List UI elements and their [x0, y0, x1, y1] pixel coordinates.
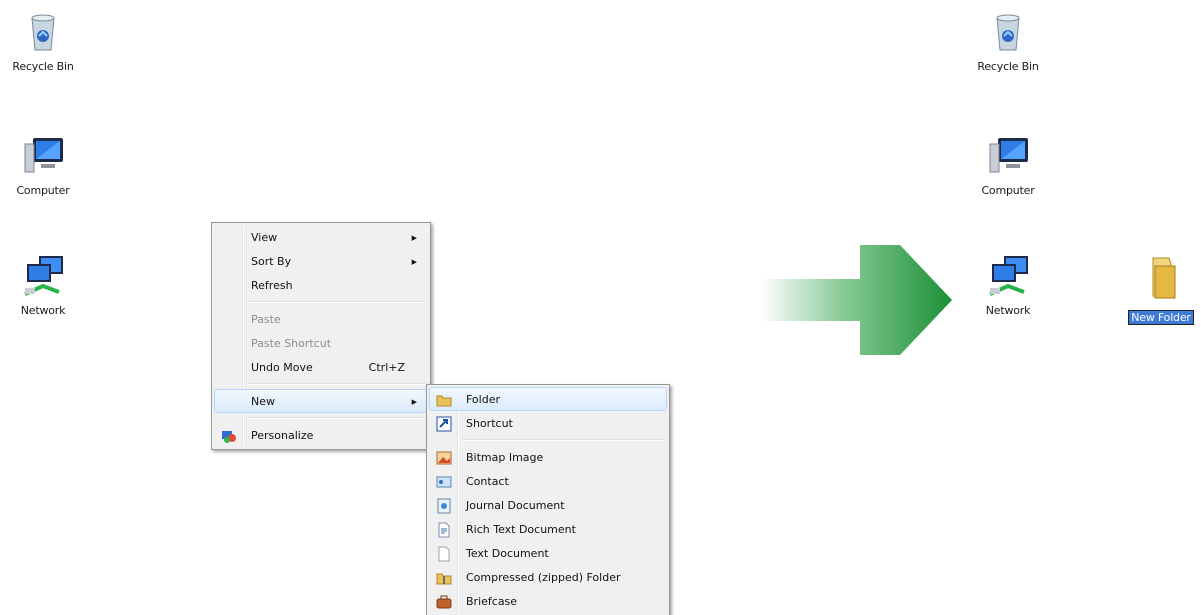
journal-icon: [436, 498, 452, 514]
menu-item-label: View: [251, 231, 278, 244]
submenu-item-folder[interactable]: Folder: [429, 387, 667, 411]
zip-folder-icon: [436, 570, 452, 586]
menu-item-label: Personalize: [251, 429, 314, 442]
menu-item-label: Rich Text Document: [466, 523, 576, 536]
menu-separator: [247, 383, 426, 385]
menu-item-label: Journal Document: [466, 499, 565, 512]
desktop-icon-label: Computer: [16, 184, 70, 197]
menu-item-new[interactable]: New ▶: [214, 389, 428, 413]
menu-item-label: Refresh: [251, 279, 293, 292]
new-submenu: Folder Shortcut Bitmap Image Contact Jou…: [426, 384, 670, 615]
submenu-item-briefcase[interactable]: Briefcase: [429, 589, 667, 613]
desktop-icon-label: Recycle Bin: [12, 60, 74, 73]
menu-item-undo-move[interactable]: Undo Move Ctrl+Z: [214, 355, 428, 379]
desktop-icon-computer[interactable]: Computer: [3, 132, 83, 197]
desktop-context-menu: View ▶ Sort By ▶ Refresh Paste Paste Sho…: [211, 222, 431, 450]
desktop-icon-label: Computer: [981, 184, 1035, 197]
new-folder-name-field[interactable]: New Folder: [1128, 310, 1194, 325]
desktop-icon-computer[interactable]: Computer: [968, 132, 1048, 197]
menu-item-paste-shortcut: Paste Shortcut: [214, 331, 428, 355]
menu-item-label: Folder: [466, 393, 500, 406]
submenu-item-rich-text-document[interactable]: Rich Text Document: [429, 517, 667, 541]
submenu-arrow-icon: ▶: [411, 234, 417, 242]
menu-item-label: Shortcut: [466, 417, 513, 430]
text-document-icon: [436, 546, 452, 562]
submenu-item-contact[interactable]: Contact: [429, 469, 667, 493]
recycle-bin-icon: [19, 8, 67, 56]
submenu-item-text-document[interactable]: Text Document: [429, 541, 667, 565]
submenu-item-shortcut[interactable]: Shortcut: [429, 411, 667, 435]
menu-item-sort-by[interactable]: Sort By ▶: [214, 249, 428, 273]
desktop-icon-network[interactable]: Network: [3, 252, 83, 317]
briefcase-icon: [436, 594, 452, 610]
menu-separator: [247, 417, 426, 419]
desktop-icon-label: Recycle Bin: [977, 60, 1039, 73]
menu-item-label: Bitmap Image: [466, 451, 544, 464]
computer-icon: [984, 132, 1032, 180]
bitmap-icon: [436, 450, 452, 466]
menu-item-paste: Paste: [214, 307, 428, 331]
menu-item-label: Paste: [251, 313, 281, 326]
menu-item-label: Briefcase: [466, 595, 518, 608]
menu-separator: [247, 301, 426, 303]
computer-icon: [19, 132, 67, 180]
screenshot: Recycle Bin Computer Network View ▶ Sort…: [0, 0, 1201, 615]
submenu-arrow-icon: ▶: [411, 398, 417, 406]
recycle-bin-icon: [984, 8, 1032, 56]
menu-item-label: Compressed (zipped) Folder: [466, 571, 621, 584]
desktop-icon-recycle-bin[interactable]: Recycle Bin: [968, 8, 1048, 73]
network-icon: [19, 252, 67, 300]
submenu-item-bitmap-image[interactable]: Bitmap Image: [429, 445, 667, 469]
shortcut-icon: [436, 416, 452, 432]
personalize-icon: [221, 428, 237, 444]
rich-text-icon: [436, 522, 452, 538]
desktop-icon-label: Network: [20, 304, 66, 317]
menu-item-shortcut: Ctrl+Z: [368, 361, 405, 374]
menu-item-label: Text Document: [466, 547, 549, 560]
desktop-icon-network[interactable]: Network: [968, 252, 1048, 317]
menu-item-label: Sort By: [251, 255, 292, 268]
menu-item-label: Contact: [466, 475, 509, 488]
menu-item-label: Undo Move: [251, 361, 313, 374]
network-icon: [984, 252, 1032, 300]
folder-icon: [436, 392, 452, 408]
menu-item-label: New: [251, 395, 275, 408]
menu-separator: [462, 439, 665, 441]
menu-item-label: Paste Shortcut: [251, 337, 332, 350]
menu-item-view[interactable]: View ▶: [214, 225, 428, 249]
desktop-icon-recycle-bin[interactable]: Recycle Bin: [3, 8, 83, 73]
menu-item-personalize[interactable]: Personalize: [214, 423, 428, 447]
desktop-icon-new-folder[interactable]: New Folder: [1121, 254, 1201, 325]
submenu-item-compressed-folder[interactable]: Compressed (zipped) Folder: [429, 565, 667, 589]
contact-icon: [436, 474, 452, 490]
desktop-icon-label: Network: [985, 304, 1031, 317]
menu-item-refresh[interactable]: Refresh: [214, 273, 428, 297]
transition-arrow-icon: [760, 245, 955, 359]
submenu-item-journal-document[interactable]: Journal Document: [429, 493, 667, 517]
folder-icon: [1137, 254, 1185, 302]
submenu-arrow-icon: ▶: [411, 258, 417, 266]
